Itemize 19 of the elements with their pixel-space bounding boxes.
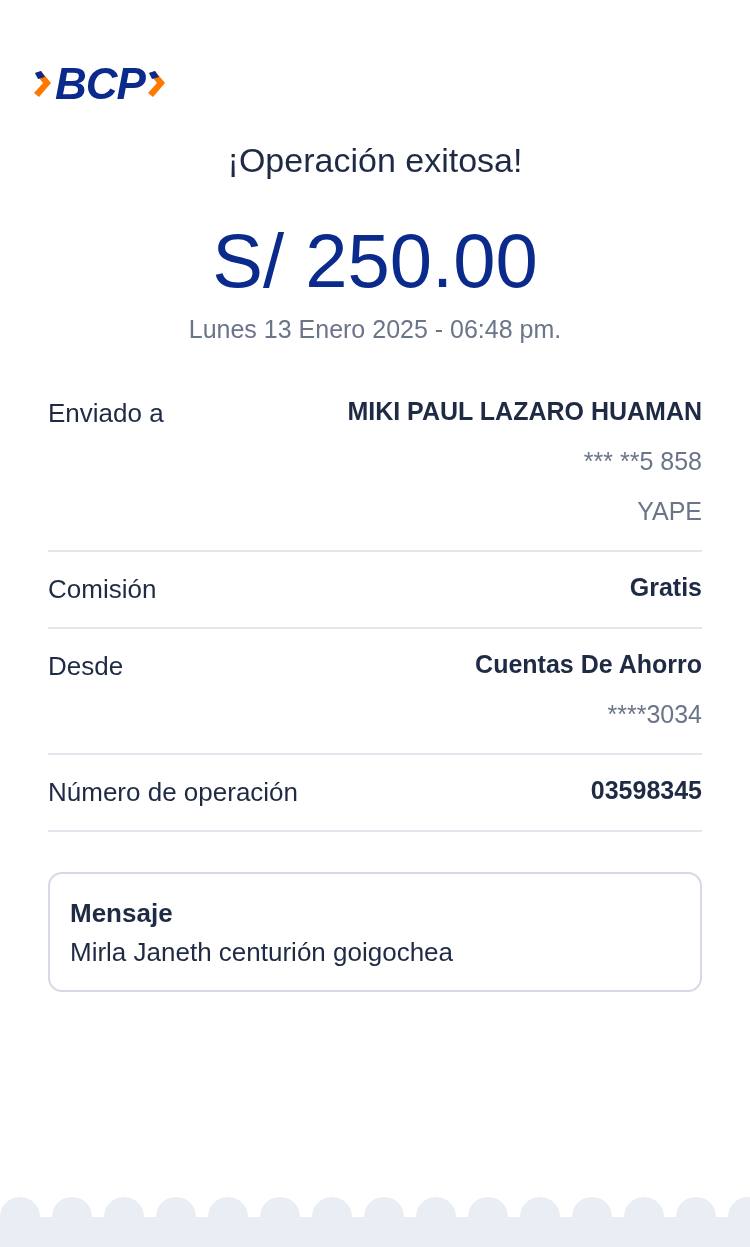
detail-label: Enviado a: [48, 396, 164, 429]
detail-value: ****3034: [607, 698, 702, 730]
message-title: Mensaje: [70, 897, 174, 929]
detail-label: Número de operación: [48, 775, 299, 808]
amount: S/ 250.00: [211, 222, 539, 299]
detail-value: YAPE: [637, 495, 702, 527]
chevron-icon: [146, 69, 167, 99]
detail-value: Cuentas De Ahorro: [475, 648, 702, 680]
logo-text: BCP: [55, 64, 145, 104]
date-time: Lunes 13 Enero 2025 - 06:48 pm.: [187, 314, 563, 344]
message-text: Mirla Janeth centurión goigochea: [70, 936, 455, 968]
detail-label: Desde: [48, 649, 124, 682]
detail-value: *** **5 858: [583, 445, 702, 477]
detail-label: Comisión: [48, 572, 157, 605]
detail-value: 03598345: [590, 774, 702, 806]
detail-value: MIKI PAUL LAZARO HUAMAN: [347, 395, 702, 427]
detail-value: Gratis: [629, 571, 702, 603]
success-title: ¡Operación exitosa!: [226, 140, 524, 181]
chevron-icon: [33, 69, 53, 99]
